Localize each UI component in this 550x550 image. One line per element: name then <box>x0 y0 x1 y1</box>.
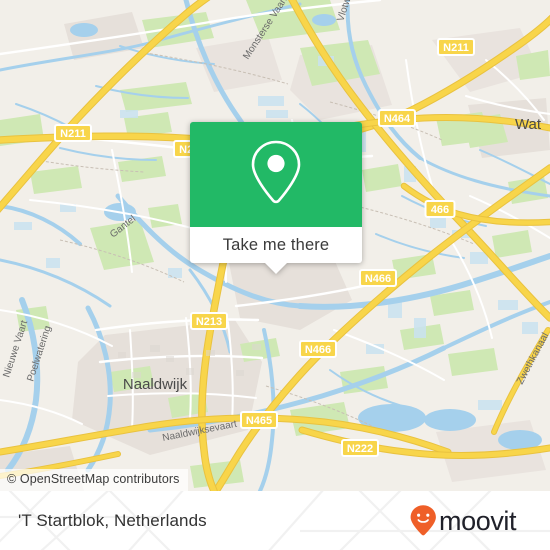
place-callout-card[interactable]: Take me there <box>190 122 362 274</box>
road-shield: N211 <box>437 38 475 56</box>
map-city-label: Naaldwijk <box>123 376 188 393</box>
map-city-label: Wat <box>515 116 542 133</box>
road-shield-label: N466 <box>305 344 331 356</box>
road-shield-label: N464 <box>384 113 411 125</box>
road-shield: N465 <box>240 411 278 429</box>
road-shield: 466 <box>424 200 456 218</box>
road-shield-label: N466 <box>365 273 391 285</box>
moovit-wordmark: moovit <box>439 506 517 536</box>
take-me-there-label: Take me there <box>222 235 330 254</box>
moovit-pin-icon <box>410 504 436 535</box>
moovit-logo[interactable]: moovit <box>408 504 528 538</box>
road-shield-label: N211 <box>443 42 469 54</box>
osm-attribution[interactable]: © OpenStreetMap contributors <box>0 469 188 491</box>
road-shield-label: N211 <box>60 128 86 140</box>
callout-header <box>190 122 362 227</box>
road-shield-label: N213 <box>196 316 222 328</box>
map-pin-icon <box>248 138 304 211</box>
road-shield-label: N465 <box>246 415 272 427</box>
road-shield: N222 <box>341 439 379 457</box>
road-shield: N466 <box>359 269 397 287</box>
callout-pointer <box>265 263 287 274</box>
footer-bar: 'T Startblok, Netherlands moovit <box>0 491 550 550</box>
road-shield: N466 <box>299 340 337 358</box>
callout-action-bar[interactable]: Take me there <box>190 227 362 263</box>
moovit-map-screenshot: .wtr{fill:#a5d0ec} .wln{stroke:#a5d0ec;f… <box>0 0 550 550</box>
road-shield-label: 466 <box>431 204 449 216</box>
road-shield-label: N222 <box>347 443 373 455</box>
road-shield: N211 <box>54 124 92 142</box>
place-title: 'T Startblok, Netherlands <box>18 510 207 530</box>
road-shield: N464 <box>378 109 416 127</box>
road-shield: N213 <box>190 312 228 330</box>
